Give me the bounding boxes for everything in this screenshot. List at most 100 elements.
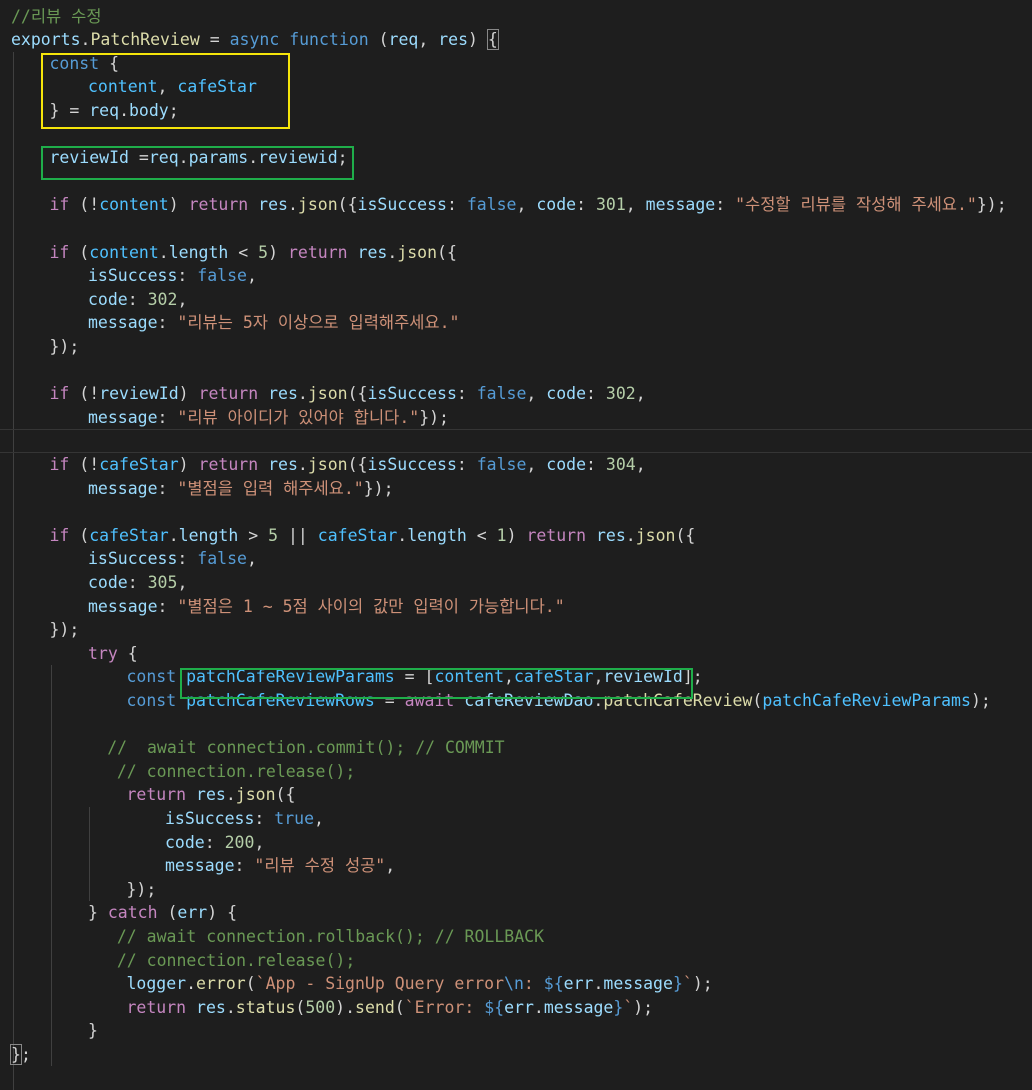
code-line[interactable]: exports.PatchReview = async function (re…	[0, 28, 1032, 52]
code-line[interactable]: // await connection.commit(); // COMMIT	[0, 736, 1032, 760]
code-line[interactable]: // connection.release();	[0, 949, 1032, 973]
code-line[interactable]: return res.status(500).send(`Error: ${er…	[0, 996, 1032, 1020]
code-text: message: "리뷰는 5자 이상으로 입력해주세요."	[88, 311, 459, 335]
code-token: ,	[516, 195, 537, 215]
code-line[interactable]: code: 200,	[0, 831, 1032, 855]
code-line[interactable]: message: "리뷰 아이디가 있어야 합니다."});	[0, 406, 1032, 430]
code-line[interactable]: }	[0, 1019, 1032, 1043]
code-line[interactable]: });	[0, 878, 1032, 902]
code-line[interactable]: message: "리뷰 수정 성공",	[0, 854, 1032, 878]
code-line[interactable]: //리뷰 수정	[0, 5, 1032, 29]
code-line[interactable]: if (cafeStar.length > 5 || cafeStar.leng…	[0, 524, 1032, 548]
code-text: message: "별점을 입력 해주세요."});	[88, 477, 394, 501]
code-text: } catch (err) {	[88, 901, 237, 925]
code-token: // connection.release();	[116, 761, 356, 781]
code-token: ({	[337, 195, 358, 215]
code-token: ,	[177, 289, 188, 309]
code-line[interactable]: // await connection.rollback(); // ROLLB…	[0, 925, 1032, 949]
code-token: res	[268, 384, 298, 404]
code-token: 1	[496, 525, 507, 545]
code-line[interactable]	[0, 359, 1032, 383]
code-token: err	[563, 974, 594, 994]
code-token: if	[49, 525, 70, 545]
code-token: (!	[69, 454, 100, 474]
code-token: cafeStar	[89, 525, 169, 545]
code-token: content	[89, 242, 159, 262]
code-token: );	[970, 690, 991, 710]
code-token: json	[397, 242, 438, 262]
code-token: json	[635, 525, 676, 545]
code-token: .	[297, 454, 308, 474]
code-token: res	[196, 997, 226, 1017]
code-token: .	[287, 195, 298, 215]
code-line[interactable]: message: "리뷰는 5자 이상으로 입력해주세요."	[0, 311, 1032, 335]
code-token: ({	[347, 454, 368, 474]
code-token: )	[168, 195, 189, 215]
code-line[interactable]: // connection.release();	[0, 760, 1032, 784]
code-line[interactable]: message: "별점은 1 ~ 5점 사이의 값만 입력이 가능합니다."	[0, 595, 1032, 619]
code-text: };	[10, 1043, 31, 1067]
code-token: 304	[605, 454, 636, 474]
code-text: if (!content) return res.json({isSuccess…	[50, 193, 1007, 217]
code-line[interactable]: if (content.length < 5) return res.json(…	[0, 241, 1032, 265]
code-token: }	[88, 903, 108, 923]
code-line[interactable]: message: "별점을 입력 해주세요."});	[0, 477, 1032, 501]
code-line[interactable]: try {	[0, 642, 1032, 666]
code-token: ,	[246, 549, 257, 569]
code-token: :	[715, 195, 736, 215]
code-token: :	[576, 195, 596, 215]
code-token: (	[752, 690, 763, 710]
code-line[interactable]: };	[0, 1043, 1032, 1067]
code-token: .	[297, 384, 308, 404]
code-line[interactable]: });	[0, 618, 1032, 642]
code-token: cafeStar	[317, 525, 398, 545]
code-line[interactable]: if (!reviewId) return res.json({isSucces…	[0, 382, 1032, 406]
code-text: });	[127, 878, 157, 902]
code-line[interactable]: logger.error(`App - SignUp Query error\n…	[0, 972, 1032, 996]
code-text: isSuccess: false,	[88, 547, 257, 571]
code-line[interactable]: isSuccess: false,	[0, 547, 1032, 571]
code-line[interactable]: code: 305,	[0, 571, 1032, 595]
code-line[interactable]	[0, 500, 1032, 524]
code-token: });	[49, 336, 80, 356]
code-token: exports	[11, 30, 81, 50]
code-text: if (cafeStar.length > 5 || cafeStar.leng…	[50, 524, 696, 548]
code-token: // connection.release();	[116, 950, 356, 970]
code-token: )	[468, 30, 488, 50]
code-line[interactable]: return res.json({	[0, 783, 1032, 807]
code-line[interactable]: isSuccess: false,	[0, 264, 1032, 288]
code-text: });	[50, 618, 80, 642]
code-token: (	[157, 903, 178, 923]
code-text: try {	[88, 642, 138, 666]
reviewid-highlight-box	[41, 146, 354, 180]
code-token: ) {	[207, 903, 238, 923]
code-token: res	[196, 785, 226, 805]
code-token: .	[186, 974, 197, 994]
code-token: isSuccess	[165, 808, 255, 828]
code-line[interactable]	[0, 429, 1032, 453]
code-line[interactable]: isSuccess: true,	[0, 807, 1032, 831]
code-editor[interactable]: //리뷰 수정 exports.PatchReview = async funct…	[0, 0, 1032, 1090]
code-line[interactable]: code: 302,	[0, 288, 1032, 312]
code-line[interactable]	[0, 217, 1032, 241]
code-token: message	[88, 596, 158, 616]
code-token: return	[188, 195, 249, 215]
code-token: `	[623, 997, 634, 1017]
const-destructure-highlight-box	[41, 53, 290, 129]
code-token: cafeStar	[99, 454, 179, 474]
code-token: try	[88, 643, 118, 663]
code-text: if (!reviewId) return res.json({isSucces…	[50, 382, 646, 406]
code-line[interactable]: });	[0, 335, 1032, 359]
code-token: }	[88, 1021, 98, 1041]
params-array-highlight-box	[180, 668, 693, 699]
code-line[interactable]: if (!content) return res.json({isSuccess…	[0, 193, 1032, 217]
code-token: <	[466, 525, 497, 545]
code-line[interactable]: } catch (err) {	[0, 901, 1032, 925]
code-line[interactable]	[0, 713, 1032, 737]
code-token: //리뷰 수정	[11, 6, 102, 26]
code-line[interactable]: if (!cafeStar) return res.json({isSucces…	[0, 453, 1032, 477]
code-token: "리뷰는 5자 이상으로 입력해주세요."	[177, 313, 460, 333]
